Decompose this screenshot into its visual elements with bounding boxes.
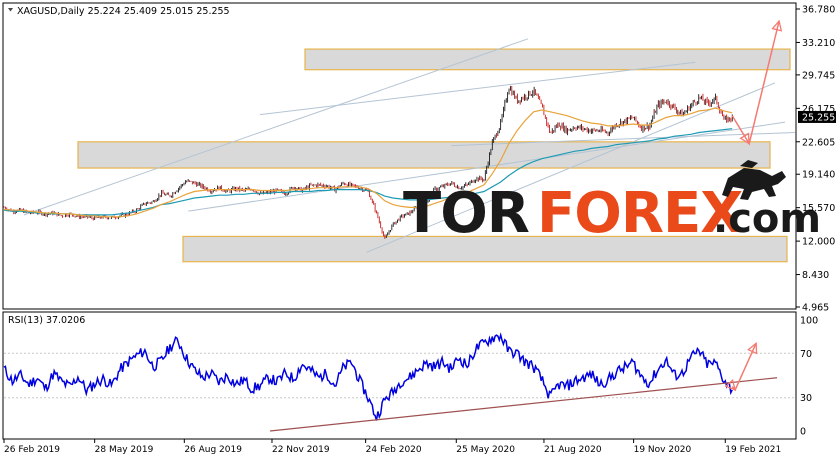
price-tick-label: 19.140 — [802, 170, 835, 181]
time-tick-label: 25 May 2020 — [456, 445, 515, 455]
price-tick-label: 29.745 — [802, 70, 835, 81]
price-zone — [304, 48, 791, 71]
price-zone — [77, 141, 771, 169]
symbol-header: XAGUSD,Daily 25.224 25.409 25.015 25.255 — [17, 6, 230, 17]
time-tick-label: 21 Aug 2020 — [544, 445, 602, 455]
rsi-tick-label: 30 — [800, 393, 812, 404]
price-tick-label: 12.000 — [802, 237, 835, 248]
time-tick-label: 22 Nov 2019 — [272, 445, 330, 455]
rsi-tick-label: 0 — [800, 427, 806, 438]
current-price-label: 25.255 — [802, 112, 835, 123]
header: XAGUSD,Daily 25.224 25.409 25.015 25.255 — [8, 6, 230, 17]
time-tick-label: 19 Feb 2021 — [725, 445, 781, 455]
rsi-tick-label: 70 — [800, 349, 812, 360]
time-tick-label: 26 Feb 2019 — [4, 445, 60, 455]
time-axis: 26 Feb 2019 28 May 2019 26 Aug 2019 22 Nov … — [3, 439, 781, 455]
current-price-tag: 25.255 — [798, 110, 836, 123]
price-tick-label: 22.605 — [802, 137, 835, 148]
watermark-prefix: TOR — [403, 181, 529, 246]
time-tick-label: 26 Aug 2019 — [184, 445, 242, 455]
price-tick-label: 4.965 — [802, 303, 829, 314]
rsi-tick-label: 100 — [800, 316, 818, 327]
price-tick-label: 33.210 — [802, 38, 835, 49]
price-tick-label: 8.430 — [802, 270, 829, 281]
rsi-header: RSI(13) 37.0206 — [8, 315, 85, 326]
price-tick-label: 36.780 — [802, 5, 835, 16]
time-tick-label: 19 Nov 2020 — [634, 445, 692, 455]
rsi-panel — [2, 311, 797, 440]
rsi-axis: 100 70 30 0 — [800, 316, 818, 438]
time-tick-label: 24 Feb 2020 — [366, 445, 422, 455]
time-tick-label: 28 May 2019 — [95, 445, 154, 455]
price-tick-label: 15.570 — [802, 203, 835, 214]
chart-window: TOR FOREX .com XAGUSD,Daily 25.224 25.40… — [0, 0, 838, 458]
chart-canvas: TOR FOREX .com XAGUSD,Daily 25.224 25.40… — [2, 2, 836, 455]
price-axis: 36.78033.21029.74526.17522.60519.14015.5… — [796, 5, 835, 314]
